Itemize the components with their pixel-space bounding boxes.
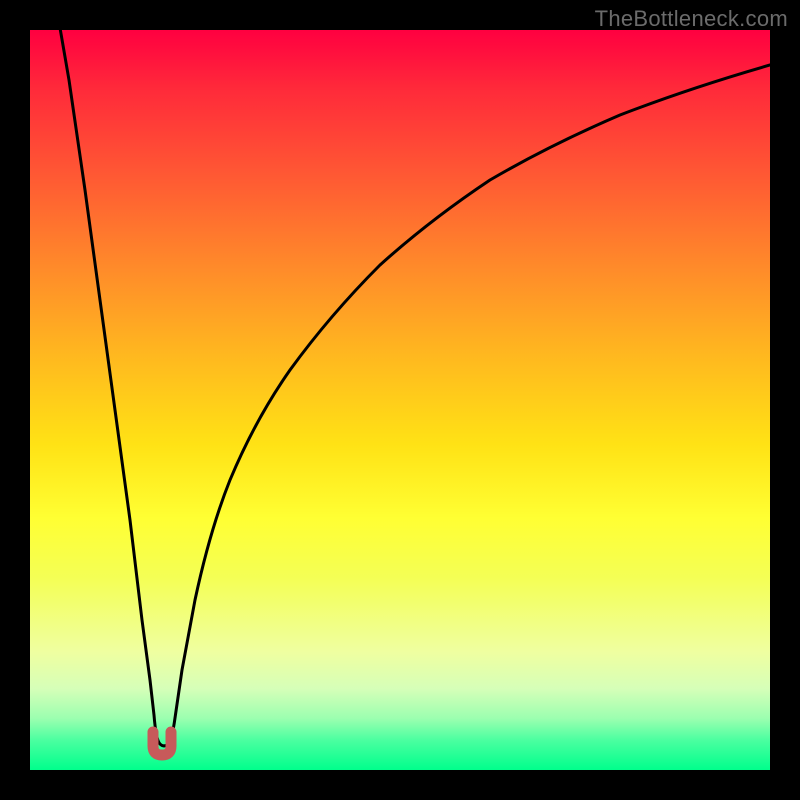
- plot-area: [30, 30, 770, 770]
- brand-watermark: TheBottleneck.com: [595, 6, 788, 32]
- curve-svg: [30, 30, 770, 770]
- bottleneck-curve: [50, 30, 770, 746]
- minimum-marker-icon: [153, 732, 171, 755]
- chart-frame: TheBottleneck.com: [0, 0, 800, 800]
